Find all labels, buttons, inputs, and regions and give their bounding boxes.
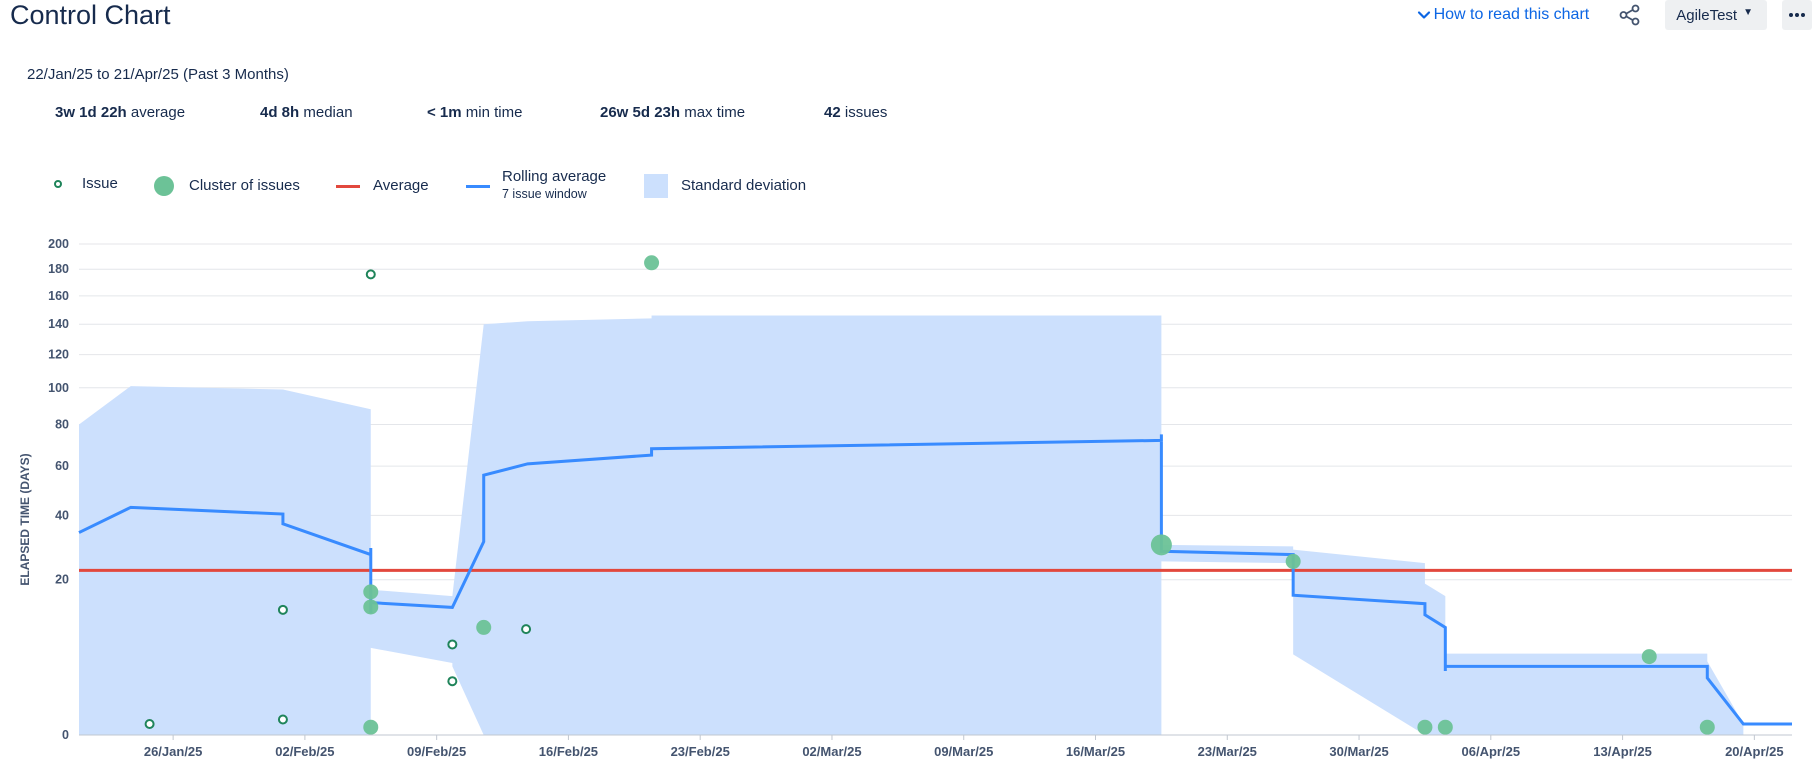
y-axis-ticks: 0 20 40 60 80 100 120 140 160 180 200 bbox=[48, 237, 69, 742]
x-tick-label: 16/Mar/25 bbox=[1066, 744, 1125, 759]
x-tick-label: 30/Mar/25 bbox=[1329, 744, 1388, 759]
y-tick-label: 100 bbox=[48, 381, 69, 395]
cluster-point bbox=[1641, 649, 1657, 665]
cluster-point bbox=[1417, 719, 1433, 735]
x-tick-label: 16/Feb/25 bbox=[539, 744, 598, 759]
y-tick-label: 140 bbox=[48, 317, 69, 331]
cluster-point bbox=[644, 255, 660, 271]
cluster-point bbox=[1285, 553, 1301, 569]
x-tick-label: 23/Mar/25 bbox=[1198, 744, 1257, 759]
issue-point bbox=[521, 624, 532, 635]
cluster-point bbox=[1437, 719, 1453, 735]
y-tick-label: 0 bbox=[62, 728, 69, 742]
x-tick-label: 06/Apr/25 bbox=[1462, 744, 1521, 759]
x-axis-ticks: 26/Jan/25 02/Feb/25 09/Feb/25 16/Feb/25 23/F… bbox=[144, 735, 1784, 759]
issue-point bbox=[447, 676, 458, 687]
issue-point bbox=[277, 714, 288, 725]
x-tick-label: 13/Apr/25 bbox=[1593, 744, 1652, 759]
x-tick-label: 26/Jan/25 bbox=[144, 744, 203, 759]
y-tick-label: 20 bbox=[55, 573, 69, 587]
cluster-point bbox=[363, 719, 379, 735]
issue-point bbox=[144, 719, 155, 730]
y-tick-label: 200 bbox=[48, 237, 69, 251]
cluster-point bbox=[363, 599, 379, 615]
x-tick-label: 09/Mar/25 bbox=[934, 744, 993, 759]
cluster-point bbox=[1699, 719, 1715, 735]
cluster-point bbox=[1150, 534, 1172, 556]
y-tick-label: 160 bbox=[48, 289, 69, 303]
y-tick-label: 40 bbox=[55, 508, 69, 522]
x-tick-label: 23/Feb/25 bbox=[671, 744, 730, 759]
x-tick-label: 02/Feb/25 bbox=[275, 744, 334, 759]
control-chart: 0 20 40 60 80 100 120 140 160 180 200 26/Jan/25 02/… bbox=[18, 237, 1792, 759]
y-tick-label: 80 bbox=[55, 417, 69, 431]
x-tick-label: 02/Mar/25 bbox=[802, 744, 861, 759]
y-tick-label: 60 bbox=[55, 459, 69, 473]
issue-point bbox=[447, 639, 458, 650]
x-tick-label: 20/Apr/25 bbox=[1725, 744, 1784, 759]
std-deviation-band bbox=[79, 315, 1744, 735]
x-tick-label: 09/Feb/25 bbox=[407, 744, 466, 759]
issue-point bbox=[277, 604, 288, 615]
cluster-point bbox=[363, 584, 379, 600]
y-tick-label: 120 bbox=[48, 348, 69, 362]
y-axis-label: ELAPSED TIME (DAYS) bbox=[18, 453, 32, 585]
cluster-point bbox=[476, 619, 492, 635]
y-tick-label: 180 bbox=[48, 262, 69, 276]
issue-point bbox=[365, 269, 376, 280]
